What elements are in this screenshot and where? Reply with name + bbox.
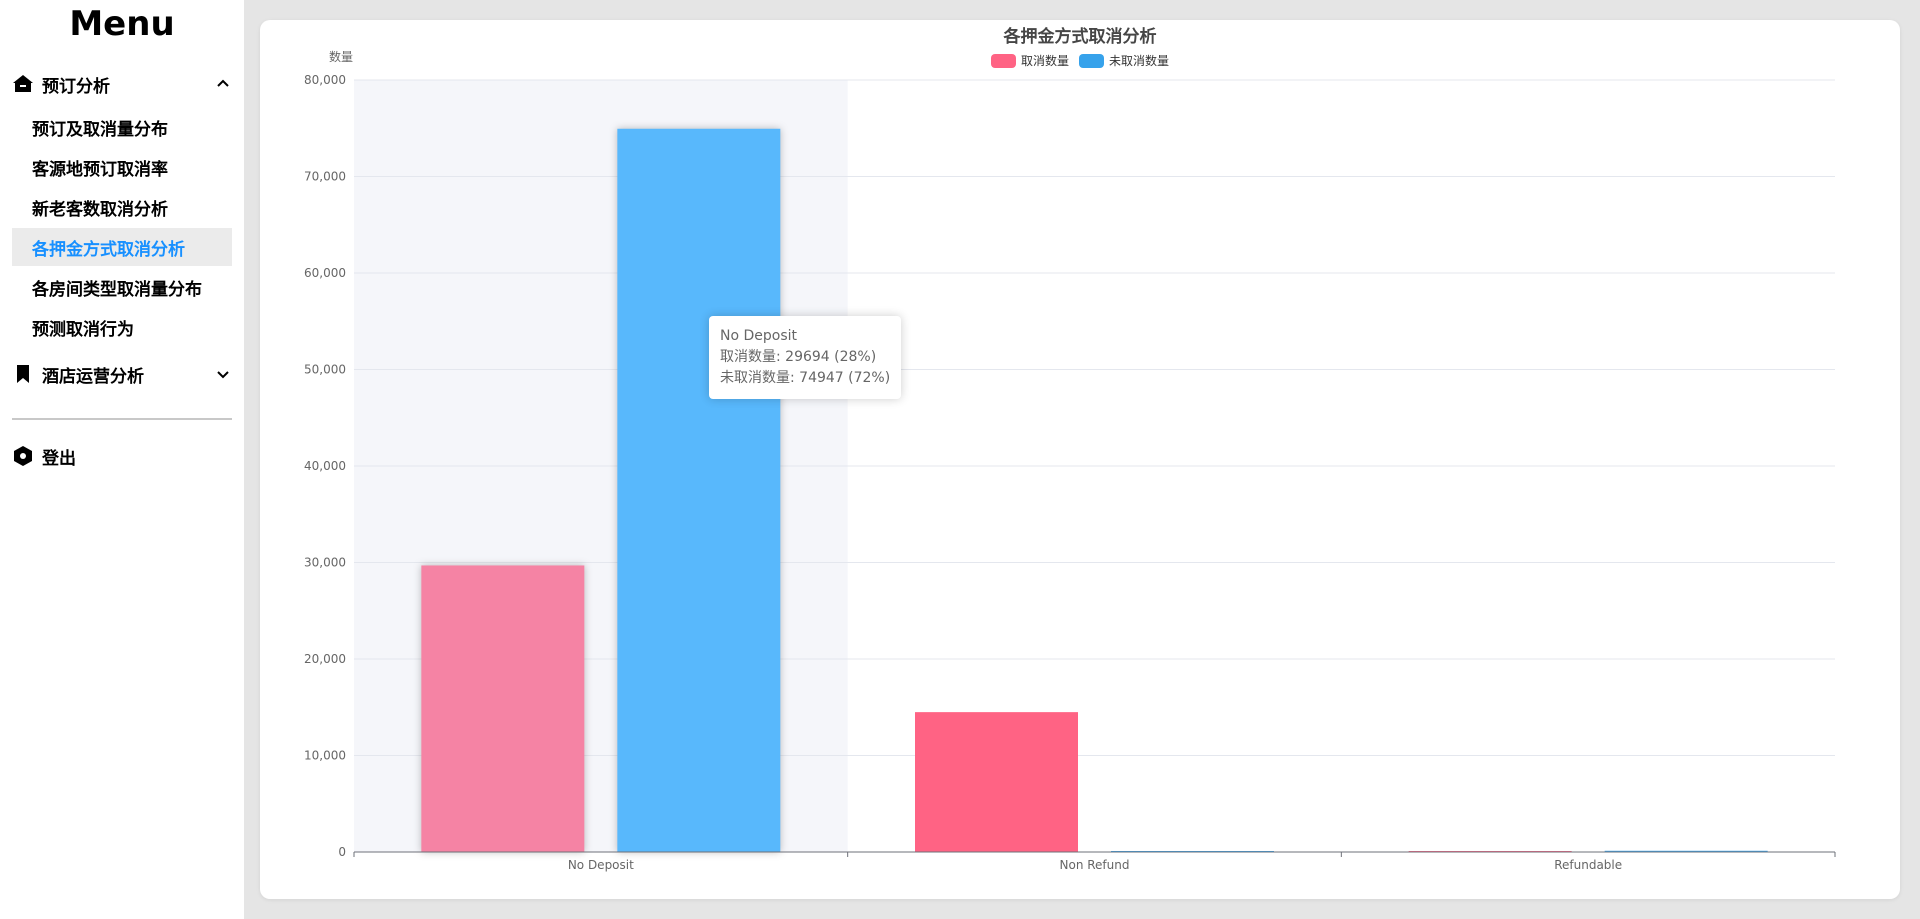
sidebar-item-room-type-cancel[interactable]: 各房间类型取消量分布 [12,268,232,306]
bar-cancel [915,712,1078,852]
chart-card: 各押金方式取消分析 取消数量 未取消数量 0 10,000 20,000 30,000… [260,20,1900,899]
chevron-down-icon [214,365,232,383]
bar-cancel [421,565,585,852]
home-icon [12,73,34,95]
bookmark-icon [12,363,34,385]
nav-group-booking-analysis[interactable]: 预订分析 [12,66,232,102]
y-tick-label: 60,000 [304,266,346,280]
y-axis-label: 数量 [329,49,353,64]
sidebar-item-booking-cancel-distribution[interactable]: 预订及取消量分布 [12,108,232,146]
x-tick-label: Non Refund [1060,858,1130,872]
y-tick-label: 50,000 [304,363,346,377]
nav-group-hotel-operations[interactable]: 酒店运营分析 [12,356,232,392]
y-tick-label: 30,000 [304,556,346,570]
logout-button[interactable]: 登出 [12,438,232,474]
tooltip-line-not-cancel: 未取消数量: 74947 (72%) [720,370,891,386]
tooltip-title: No Deposit [720,328,798,344]
bar-not-cancel [617,128,781,852]
y-tick-label: 10,000 [304,749,346,763]
y-tick-label: 20,000 [304,652,346,666]
menu-title: Menu [69,4,175,44]
sidebar-item-predict-cancel[interactable]: 预测取消行为 [12,308,232,346]
hexagon-icon [12,445,34,467]
x-tick-label: No Deposit [568,858,634,872]
y-tick-label: 80,000 [304,73,346,87]
logout-label: 登出 [42,448,76,469]
sidebar: Menu 预订分析 预订及取消量分布 客源地预订取消率 新老客数取消分析 各押金… [0,0,244,919]
sidebar-item-deposit-cancel-analysis[interactable]: 各押金方式取消分析 [12,228,232,266]
tooltip-line-cancel: 取消数量: 29694 (28%) [720,349,877,365]
chevron-up-icon [214,75,232,93]
sidebar-item-origin-cancel-rate[interactable]: 客源地预订取消率 [12,148,232,186]
nav-group-label: 预订分析 [42,76,110,97]
y-tick-label: 0 [338,845,346,859]
sidebar-item-new-old-customer-cancel[interactable]: 新老客数取消分析 [12,188,232,226]
y-tick-label: 70,000 [304,170,346,184]
x-tick-label: Refundable [1554,858,1622,872]
sidebar-divider [12,418,232,420]
bar-chart: 0 10,000 20,000 30,000 40,000 50,000 60,000 70,… [304,49,1836,872]
chart-tooltip: No Deposit 取消数量: 29694 (28%) 未取消数量: 7494… [709,316,902,399]
y-tick-label: 40,000 [304,459,346,473]
nav-group-label: 酒店运营分析 [42,366,144,387]
